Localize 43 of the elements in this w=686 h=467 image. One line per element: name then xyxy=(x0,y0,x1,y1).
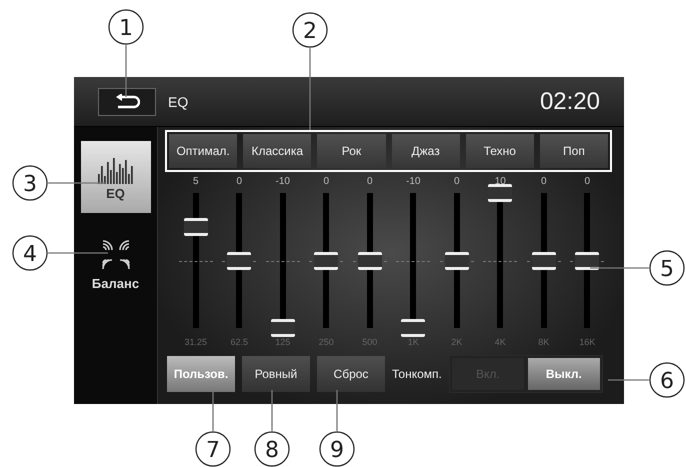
frequency-label: 62.5 xyxy=(230,337,248,347)
preset-button[interactable]: Поп xyxy=(540,134,608,168)
frequency-label: 2K xyxy=(451,337,462,347)
frequency-label: 16K xyxy=(579,337,596,347)
preset-button[interactable]: Джаз xyxy=(392,134,460,168)
frequency-label: 8K xyxy=(538,337,550,347)
mode-button[interactable]: Ровный xyxy=(242,356,310,392)
preset-button[interactable]: Оптимал. xyxy=(169,134,238,168)
frequency-label: 31.25 xyxy=(184,337,208,347)
clock-time: 02:20 xyxy=(540,88,600,116)
slider-thumb[interactable] xyxy=(314,252,338,270)
gain-value: 0 xyxy=(454,176,460,189)
slider-thumb[interactable] xyxy=(227,252,252,270)
preset-button[interactable]: Классика xyxy=(243,134,312,168)
slider-thumb[interactable] xyxy=(270,319,295,337)
gain-value: 0 xyxy=(584,176,590,189)
slider-thumb[interactable] xyxy=(358,252,382,270)
slider-thumb[interactable] xyxy=(444,252,469,270)
gain-value: 10 xyxy=(494,176,506,189)
slider-thumb[interactable] xyxy=(575,252,600,270)
gain-value: -10 xyxy=(406,176,420,189)
gain-value: 0 xyxy=(540,176,547,189)
loudness-label: Тонкомп. xyxy=(392,367,442,381)
mode-button[interactable]: Сброс xyxy=(317,356,385,392)
slider-thumb[interactable] xyxy=(532,252,556,270)
preset-button[interactable]: Техно xyxy=(466,134,534,168)
slider-thumb[interactable] xyxy=(184,218,208,236)
screen-title: EQ xyxy=(168,94,190,110)
return-arrow-icon xyxy=(114,94,140,110)
gain-value: 5 xyxy=(192,176,199,189)
frequency-label: 125 xyxy=(275,337,290,347)
frequency-label: 4K xyxy=(494,337,506,347)
gain-value: -10 xyxy=(276,176,290,189)
gain-value: 0 xyxy=(236,176,242,189)
speaker-waves-icon xyxy=(100,240,130,270)
sidebar-item[interactable]: EQ xyxy=(80,141,150,213)
back-button[interactable] xyxy=(98,88,156,116)
toggle-option[interactable]: Выкл. xyxy=(528,358,600,390)
gain-value: 0 xyxy=(323,176,330,189)
slider-thumb[interactable] xyxy=(488,184,512,202)
preset-button[interactable]: Рок xyxy=(317,134,386,168)
gain-value: 0 xyxy=(366,176,373,189)
frequency-label: 250 xyxy=(318,337,334,347)
